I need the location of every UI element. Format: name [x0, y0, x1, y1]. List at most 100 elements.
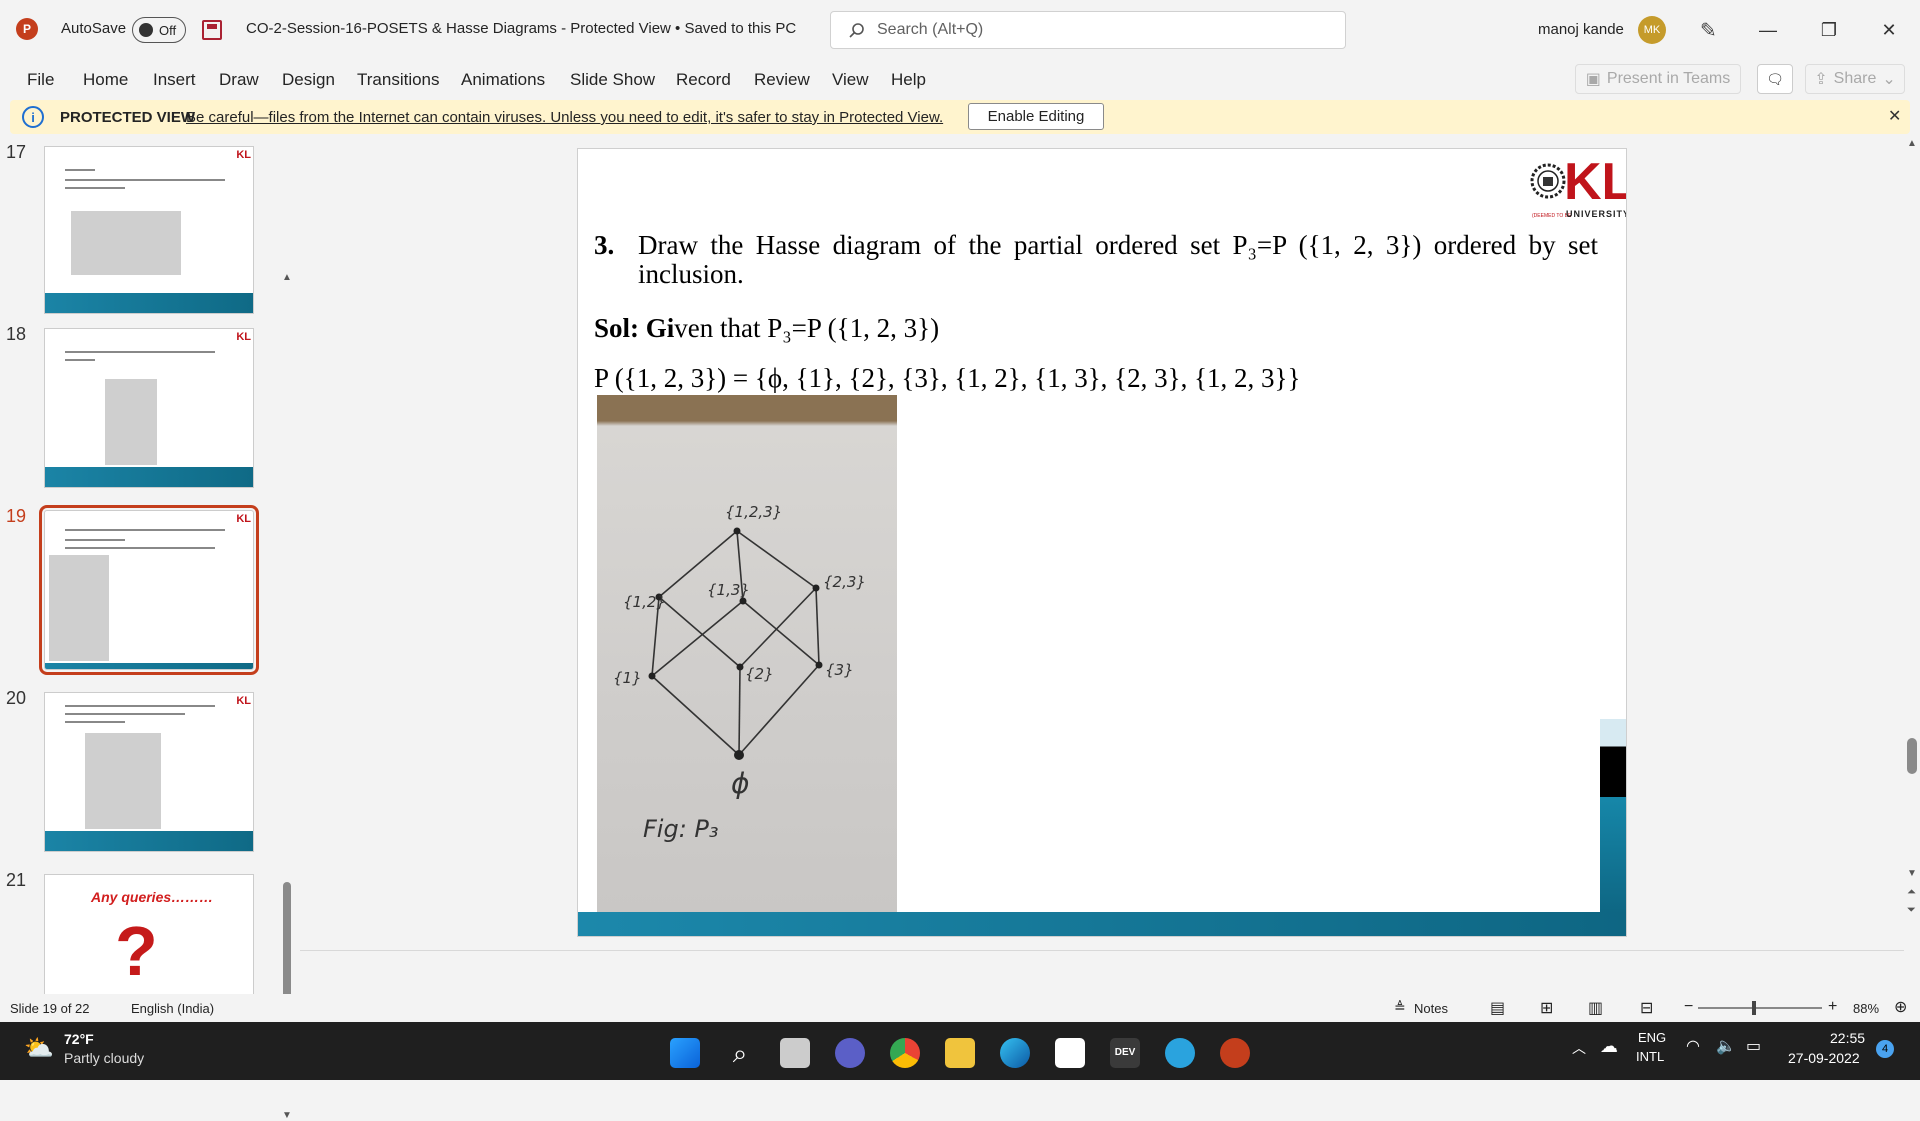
start-icon[interactable] [670, 1038, 700, 1068]
tab-transitions[interactable]: Transitions [357, 70, 440, 90]
minimize-icon[interactable]: — [1745, 14, 1791, 46]
scrollbar-thumb[interactable] [1907, 738, 1917, 774]
restore-icon[interactable]: ❐ [1806, 14, 1852, 46]
task-view-icon[interactable] [780, 1038, 810, 1068]
zoom-level[interactable]: 88% [1853, 1001, 1879, 1016]
wifi-icon[interactable]: ◠ [1686, 1036, 1700, 1056]
language-indicator[interactable]: English (India) [131, 1001, 214, 1016]
notes-button[interactable]: Notes [1414, 1001, 1448, 1016]
powerpoint-logo-icon: P [16, 18, 38, 40]
tab-design[interactable]: Design [282, 70, 335, 90]
clock-date[interactable]: 27-09-2022 [1788, 1050, 1860, 1066]
dev-app-icon[interactable]: DEV [1110, 1038, 1140, 1068]
slide-canvas[interactable]: KL (DEEMED TO BE UNIVERSITY 3. Draw the … [577, 148, 1627, 937]
slide-sorter-icon[interactable]: ⊞ [1540, 998, 1553, 1018]
clock-time[interactable]: 22:55 [1830, 1030, 1865, 1046]
normal-view-icon[interactable]: ▤ [1490, 998, 1505, 1018]
tab-help[interactable]: Help [891, 70, 926, 90]
footer-band [45, 831, 253, 851]
tab-animations[interactable]: Animations [461, 70, 545, 90]
fit-to-window-icon[interactable]: ⊕ [1894, 997, 1907, 1017]
slide-thumbnail-17[interactable]: KL [44, 146, 254, 314]
search-icon[interactable]: ⌕ [725, 1038, 755, 1068]
logo-sub: UNIVERSITY [1566, 209, 1627, 219]
autosave-state: Off [159, 22, 177, 38]
node-2: {2} [745, 665, 774, 683]
thumbnail-image [105, 379, 157, 465]
kl-logo-icon: KL (DEEMED TO BE UNIVERSITY [1530, 153, 1627, 219]
zoom-in-icon[interactable]: + [1828, 998, 1837, 1016]
reading-view-icon[interactable]: ▥ [1588, 998, 1603, 1018]
user-name: manoj kande [1538, 21, 1624, 38]
tab-review[interactable]: Review [754, 70, 810, 90]
text-line [65, 169, 95, 171]
search-icon [849, 23, 864, 38]
avatar[interactable]: MK [1638, 16, 1666, 44]
tab-view[interactable]: View [832, 70, 869, 90]
kl-university-logo: KL (DEEMED TO BE UNIVERSITY [1530, 151, 1627, 221]
slide-show-icon[interactable]: ⊟ [1640, 998, 1653, 1018]
thumbnail-image [49, 555, 109, 661]
editor-scrollbar[interactable]: ▲ ▼ ⏶ ⏷ [1904, 134, 1920, 994]
kl-logo-icon: KL [236, 331, 251, 343]
notification-badge[interactable]: 4 [1876, 1040, 1894, 1058]
slide-thumbnail-19[interactable]: KL [39, 505, 259, 675]
telegram-icon[interactable] [1165, 1038, 1195, 1068]
temperature[interactable]: 72°F [64, 1031, 94, 1047]
present-in-teams-button[interactable]: ▣ Present in Teams [1575, 64, 1741, 94]
share-label: Share [1833, 70, 1877, 87]
keyboard-layout[interactable]: INTL [1636, 1049, 1664, 1064]
show-hidden-icons-icon[interactable]: ︿ [1572, 1038, 1586, 1058]
tab-draw[interactable]: Draw [219, 70, 259, 90]
scroll-down-icon[interactable]: ▼ [282, 1110, 292, 1121]
present-label: Present in Teams [1606, 70, 1731, 87]
zoom-slider[interactable] [1698, 1007, 1822, 1009]
share-button[interactable]: ⇪ Share ⌄ [1805, 64, 1905, 94]
hasse-diagram: {1,2,3} {1,2} {1,3} {2,3} {1} {2} {3} ϕ … [613, 503, 866, 843]
zoom-out-icon[interactable]: − [1684, 998, 1693, 1016]
autosave-toggle[interactable]: Off [132, 17, 186, 43]
comments-button[interactable]: 🗨 [1757, 64, 1793, 94]
file-explorer-icon[interactable] [945, 1038, 975, 1068]
comment-icon: 🗨 [1766, 70, 1784, 87]
notes-icon[interactable]: ≜ [1394, 999, 1406, 1016]
save-icon[interactable] [202, 20, 222, 40]
scroll-up-icon[interactable]: ▲ [1907, 138, 1917, 149]
slide-thumbnail-18[interactable]: KL [44, 328, 254, 488]
powerpoint-taskbar-icon[interactable] [1220, 1038, 1250, 1068]
weather-icon: ⛅ [24, 1035, 54, 1062]
volume-icon[interactable]: 🔈 [1716, 1036, 1736, 1056]
language-code[interactable]: ENG [1638, 1030, 1666, 1045]
protected-view-message[interactable]: Be careful—files from the Internet can c… [186, 109, 943, 126]
slide21-title: Any queries……… [91, 889, 214, 905]
tab-record[interactable]: Record [676, 70, 731, 90]
store-icon[interactable] [1055, 1038, 1085, 1068]
previous-slide-icon[interactable]: ⏶ [1907, 886, 1916, 899]
close-icon[interactable]: ✕ [1866, 14, 1912, 46]
pen-icon[interactable]: ✎ [1700, 18, 1717, 43]
zoom-slider-thumb[interactable] [1752, 1001, 1756, 1015]
edge-icon[interactable] [1000, 1038, 1030, 1068]
thumbnail-image [71, 211, 181, 275]
tab-slide-show[interactable]: Slide Show [570, 70, 655, 90]
teams-icon: ▣ [1585, 71, 1601, 88]
slide-thumbnail-20[interactable]: KL [44, 692, 254, 852]
scroll-up-icon[interactable]: ▲ [282, 272, 292, 283]
tab-insert[interactable]: Insert [153, 70, 196, 90]
thumbnail-scrollbar[interactable]: ▲ ▼ [282, 272, 292, 1121]
close-icon[interactable]: ✕ [1888, 106, 1901, 126]
node-1: {1} [613, 669, 642, 687]
slide-thumbnail-21[interactable]: Any queries……… ? [44, 874, 254, 994]
next-slide-icon[interactable]: ⏷ [1907, 904, 1916, 917]
question-mark-icon: ? [115, 912, 158, 990]
battery-icon[interactable]: ▭ [1746, 1036, 1761, 1056]
tab-file[interactable]: File [27, 70, 54, 90]
enable-editing-button[interactable]: Enable Editing [968, 103, 1104, 130]
search-box[interactable]: Search (Alt+Q) [830, 11, 1346, 49]
chrome-icon[interactable] [890, 1038, 920, 1068]
onedrive-icon[interactable]: ☁ [1600, 1036, 1618, 1057]
tab-home[interactable]: Home [83, 70, 128, 90]
scroll-down-icon[interactable]: ▼ [1907, 868, 1917, 879]
chat-icon[interactable] [835, 1038, 865, 1068]
kl-logo-icon: KL [236, 149, 251, 161]
